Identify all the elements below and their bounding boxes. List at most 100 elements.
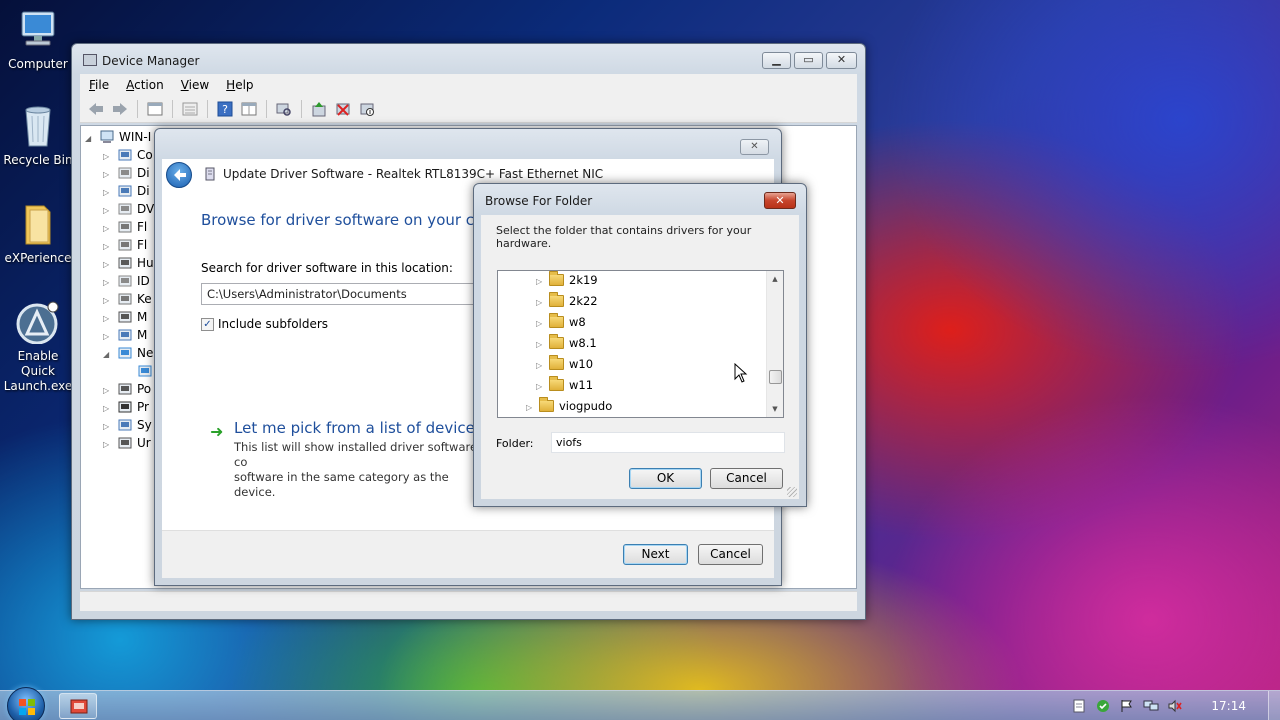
tree-item[interactable]: ▷ DV	[103, 200, 154, 218]
clock[interactable]: 17:14	[1211, 699, 1246, 713]
uninstall-icon[interactable]	[333, 99, 353, 119]
folder-name: 2k19	[569, 273, 598, 287]
back-arrow-icon[interactable]	[86, 99, 106, 119]
tree-item-label: ID	[137, 274, 150, 288]
network-icon[interactable]	[1143, 698, 1159, 714]
expand-arrow-icon[interactable]: ▷	[536, 313, 549, 334]
expand-arrow-icon[interactable]: ▷	[526, 397, 539, 417]
folder-tree-item[interactable]: ▷ w8	[536, 312, 586, 333]
expand-arrow-icon[interactable]: ▷	[103, 436, 117, 454]
expanded-arrow-icon[interactable]: ◢	[103, 346, 117, 364]
flag-icon[interactable]	[1119, 698, 1135, 714]
scroll-up-icon[interactable]: ▲	[767, 271, 783, 287]
disable-device-icon[interactable]	[357, 99, 377, 119]
expand-arrow-icon[interactable]: ▷	[536, 271, 549, 292]
cancel-button[interactable]: Cancel	[710, 468, 783, 489]
volume-muted-icon[interactable]	[1167, 698, 1183, 714]
svg-text:?: ?	[222, 103, 228, 116]
tree-item[interactable]: ▷ M	[103, 326, 147, 344]
file-icon[interactable]	[1071, 698, 1087, 714]
scan-hardware-icon[interactable]	[274, 99, 294, 119]
scroll-thumb[interactable]	[769, 370, 782, 384]
desktop-icon-label: Enable Quick	[17, 349, 59, 378]
vertical-scrollbar[interactable]: ▲ ▼	[766, 271, 783, 417]
menu-view[interactable]: View	[172, 74, 217, 96]
quick-launch-icon	[16, 301, 59, 345]
desktop-icon-label: Recycle Bin	[3, 153, 73, 167]
minimize-button[interactable]: ▁	[762, 52, 791, 69]
tree-item[interactable]	[123, 362, 157, 380]
description-line: software in the same category as the dev…	[234, 470, 449, 499]
details-view-icon[interactable]	[239, 99, 259, 119]
tree-item[interactable]: ▷ Ur	[103, 434, 151, 452]
tree-item[interactable]: ▷ M	[103, 308, 147, 326]
close-button[interactable]: ✕	[764, 192, 796, 209]
folder-tree-item[interactable]: ▷ 2k19	[536, 271, 598, 292]
folder-tree-item[interactable]: ▷ w8.1	[536, 333, 597, 354]
scroll-down-icon[interactable]: ▼	[767, 401, 783, 417]
dialog-title: Browse For Folder	[485, 194, 593, 208]
expand-arrow-icon[interactable]: ▷	[536, 376, 549, 397]
list-view-icon[interactable]	[180, 99, 200, 119]
device-category-icon	[117, 292, 133, 306]
next-button[interactable]: Next	[623, 544, 688, 565]
dialog-title: Update Driver Software - Realtek RTL8139…	[223, 167, 604, 181]
tree-item[interactable]: ▷ Co	[103, 146, 153, 164]
folder-tree[interactable]: ▷ viogpudo ▷ w11 ▷ w10 ▷ w8.1 ▷ w8 ▷ 2k22 ▷ 2k19 ▲ ▼	[497, 270, 784, 418]
show-desktop-button[interactable]	[1268, 691, 1280, 720]
tree-item[interactable]: ▷ ID	[103, 272, 150, 290]
close-button[interactable]: ✕	[740, 139, 769, 155]
folder-tree-item[interactable]: ▷ w11	[536, 375, 593, 396]
desktop-icon-enable-quick-launch[interactable]: Enable Quick Launch.exe	[0, 300, 76, 394]
menu-help[interactable]: Help	[217, 74, 261, 96]
folder-tree-item[interactable]: ▷ viogpudo	[526, 396, 612, 417]
pick-from-list-link[interactable]: Let me pick from a list of device dr	[234, 419, 495, 437]
title-bar[interactable]: Device Manager ▁ ▭ ✕	[72, 44, 865, 74]
folder-tree-item[interactable]: ▷ 2k22	[536, 291, 598, 312]
desktop-icon-computer[interactable]: Computer	[0, 8, 76, 72]
tree-item[interactable]: ▷ Fl	[103, 236, 147, 254]
properties-view-icon[interactable]	[145, 99, 165, 119]
tree-item[interactable]: ▷ Hu	[103, 254, 154, 272]
browse-for-folder-dialog: Browse For Folder ✕ Select the folder th…	[473, 183, 807, 507]
ok-button[interactable]: OK	[629, 468, 702, 489]
tree-item[interactable]: ▷ Ke	[103, 290, 152, 308]
help-icon[interactable]: ?	[215, 99, 235, 119]
tree-item[interactable]: ◢ Ne	[103, 344, 153, 362]
resize-grip[interactable]	[787, 487, 797, 497]
device-category-icon	[117, 328, 133, 342]
device-category-icon	[117, 400, 133, 414]
taskbar-device-manager-button[interactable]	[59, 693, 97, 719]
expand-arrow-icon[interactable]: ▷	[536, 334, 549, 355]
forward-arrow-icon[interactable]	[110, 99, 130, 119]
shield-check-icon[interactable]	[1095, 698, 1111, 714]
expand-arrow-icon[interactable]: ▷	[536, 355, 549, 376]
tree-item-label: Ne	[137, 346, 154, 360]
update-driver-icon[interactable]	[309, 99, 329, 119]
tree-item[interactable]: ▷ Sy	[103, 416, 152, 434]
folder-icon	[549, 292, 564, 307]
tree-item[interactable]: ▷ Di	[103, 182, 150, 200]
maximize-button[interactable]: ▭	[794, 52, 823, 69]
tree-item[interactable]: ▷ Po	[103, 380, 151, 398]
tree-root-label: WIN-I	[119, 130, 152, 144]
back-button[interactable]	[166, 162, 192, 188]
folder-input[interactable]: viofs	[551, 432, 785, 453]
tree-item-label: Po	[137, 382, 152, 396]
include-subfolders-checkbox[interactable]: ✓ Include subfolders	[201, 317, 328, 331]
desktop-icon-recycle-bin[interactable]: Recycle Bin	[0, 104, 76, 168]
folder-tree-item[interactable]: ▷ w10	[536, 354, 593, 375]
start-button[interactable]	[7, 687, 45, 720]
tree-root[interactable]: ◢ WIN-I	[85, 128, 151, 146]
folder-name: viogpudo	[559, 399, 613, 413]
close-button[interactable]: ✕	[826, 52, 857, 69]
tree-item[interactable]: ▷ Pr	[103, 398, 149, 416]
folder-label: Folder:	[496, 437, 534, 450]
cancel-button[interactable]: Cancel	[698, 544, 763, 565]
menu-file[interactable]: File	[80, 74, 117, 96]
tree-item[interactable]: ▷ Fl	[103, 218, 147, 236]
expand-arrow-icon[interactable]: ▷	[536, 292, 549, 313]
desktop-icon-experience[interactable]: eXPerience	[0, 202, 76, 266]
tree-item[interactable]: ▷ Di	[103, 164, 150, 182]
menu-action[interactable]: Action	[117, 74, 172, 96]
